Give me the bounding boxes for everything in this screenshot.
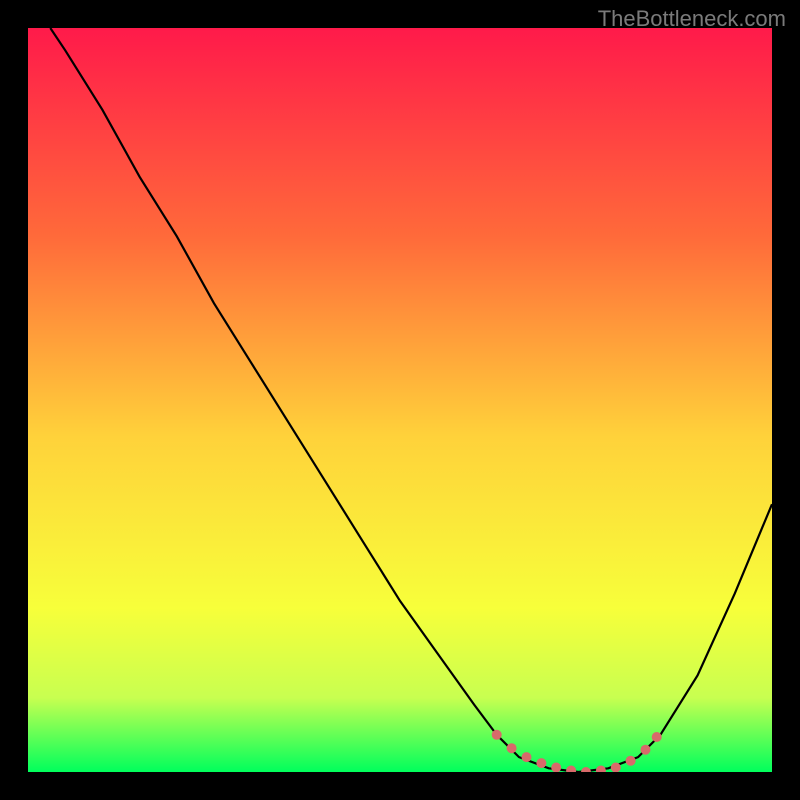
chart-gradient-background [28, 28, 772, 772]
chart-container [28, 28, 772, 772]
watermark-text: TheBottleneck.com [598, 6, 786, 32]
